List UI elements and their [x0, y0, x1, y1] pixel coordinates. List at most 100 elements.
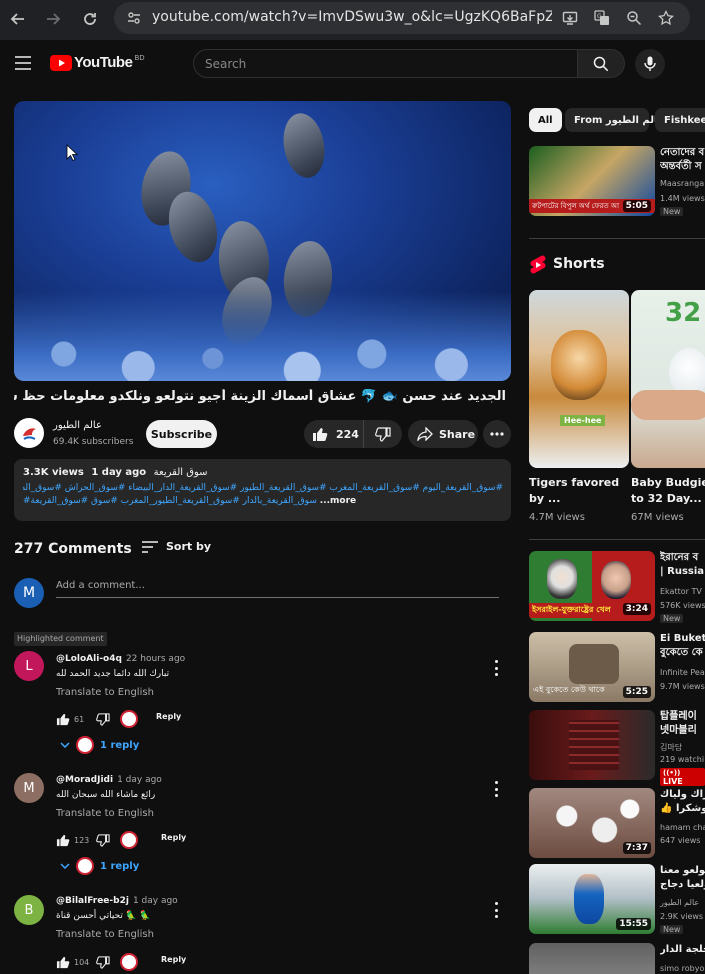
menu-icon[interactable]	[15, 56, 31, 73]
thumbs-down-icon[interactable]	[96, 712, 110, 726]
comment-author[interactable]: @LoloAli-o4q	[56, 654, 122, 664]
like-button[interactable]: 224	[304, 420, 364, 448]
thumbs-up-icon[interactable]	[56, 956, 70, 969]
video-thumbnail[interactable]: 7:37	[529, 788, 655, 858]
channel-name[interactable]: عالم الطيور	[53, 420, 102, 431]
video-thumbnail[interactable]: ইসরাইল-যুক্তরাষ্ট্রের খেল 3:24	[529, 551, 655, 621]
short-title[interactable]: Tigers favored by ...	[529, 475, 629, 507]
related-video[interactable]: ইসরাইল-যুক্তরাষ্ট্রের খেল 3:24 ইরানের ব |…	[529, 551, 705, 623]
chip-all[interactable]: All	[529, 108, 562, 132]
reload-icon[interactable]	[77, 6, 103, 32]
related-title: ইরানের ব | Russia |	[660, 551, 705, 579]
related-views: 2.9K views	[660, 912, 704, 921]
related-title-line: বুকেতে কে	[660, 647, 703, 658]
video-description[interactable]: 3.3K views 1 day ago سوق القريعة #سوق_ال…	[14, 459, 511, 521]
comment-avatar[interactable]: M	[14, 773, 44, 803]
search-input[interactable]	[194, 50, 578, 77]
youtube-logo[interactable]: YouTube BD	[50, 54, 145, 71]
add-comment-input[interactable]: Add a comment...	[56, 578, 499, 598]
site-settings-icon[interactable]	[124, 8, 144, 28]
translate-link[interactable]: Translate to English	[56, 808, 154, 819]
creator-heart-icon	[120, 710, 138, 728]
chip-fishkeeping[interactable]: Fishkeep	[655, 108, 705, 132]
video-duration: 15:55	[616, 918, 651, 930]
related-video[interactable]: এই বুকেতে কেউ থাকে 5:25 Ei Bukete বুকেতে …	[529, 632, 705, 704]
comment-menu-icon[interactable]	[489, 902, 503, 918]
voice-search-button[interactable]	[635, 49, 665, 79]
reply-avatar	[76, 857, 94, 875]
share-button[interactable]: Share	[408, 420, 478, 448]
thumbs-down-icon	[375, 426, 391, 442]
video-thumbnail[interactable]: রুটপাটের বিপুল অর্থ ফেরত আ 5:05	[529, 146, 655, 216]
user-avatar[interactable]: M	[14, 578, 44, 608]
zoom-icon[interactable]	[624, 8, 644, 28]
comment-author[interactable]: @BilalFree-b2j	[56, 896, 129, 906]
subscribe-button[interactable]: Subscribe	[146, 420, 217, 448]
video-thumbnail[interactable]	[529, 710, 655, 780]
comment-avatar[interactable]: B	[14, 895, 44, 925]
translate-icon[interactable]: G	[592, 8, 612, 28]
chip-from-channel[interactable]: From عالم الطيور	[565, 108, 665, 132]
short-title[interactable]: Baby Budgie 1 to 32 Day...	[631, 475, 705, 507]
hashtags-line[interactable]: #سوق_القريعة_اليوم #سوق_القريعة_المغرب #…	[23, 482, 503, 495]
show-more-link[interactable]: ...more	[320, 496, 356, 506]
subscriber-count: 69.4K subscribers	[53, 437, 134, 447]
related-video[interactable]: 탑플레이 넷마블리 김마담 219 watchi ((•)) LIVE	[529, 710, 705, 786]
video-thumbnail[interactable]	[529, 943, 655, 974]
hashtags[interactable]: #سوق_القريعة_اليوم #سوق_القريعة_المغرب #…	[23, 482, 503, 508]
address-bar[interactable]: youtube.com/watch?v=ImvDSwu3w_o&lc=UgzKQ…	[114, 2, 690, 34]
bookmark-star-icon[interactable]	[656, 8, 676, 28]
comment-time[interactable]: 22 hours ago	[126, 654, 185, 664]
slot-grid	[569, 720, 619, 770]
video-player[interactable]	[14, 101, 511, 381]
related-video[interactable]: ي لجلجة الدار simo robyo	[529, 943, 705, 974]
hashtags-line[interactable]: #سوق_القريعة_بالدار #سوق_القريعة_الطيور_…	[23, 496, 317, 506]
view-replies-button[interactable]: 1 reply	[60, 736, 139, 754]
install-app-icon[interactable]	[560, 8, 580, 28]
sort-by-button[interactable]: Sort by	[142, 540, 211, 553]
related-video[interactable]: 15:55 تولعو معنا المولعيا دجاج عالم الطيو…	[529, 864, 705, 936]
creator-heart-icon	[120, 831, 138, 849]
dislike-button[interactable]	[364, 420, 402, 448]
more-actions-button[interactable]	[483, 420, 511, 448]
url-text[interactable]: youtube.com/watch?v=ImvDSwu3w_o&lc=UgzKQ…	[152, 9, 552, 25]
comment-time[interactable]: 1 day ago	[117, 775, 162, 785]
related-title: 탑플레이 넷마블리	[660, 710, 705, 738]
back-icon[interactable]	[5, 6, 31, 32]
live-label: LIVE	[663, 777, 683, 786]
comment-avatar[interactable]: L	[14, 651, 44, 681]
reply-button[interactable]: Reply	[156, 712, 181, 721]
search-box	[193, 49, 579, 78]
microphone-icon	[644, 56, 656, 71]
thumbs-up-icon[interactable]	[56, 713, 70, 726]
reply-button[interactable]: Reply	[161, 955, 186, 964]
comment-time[interactable]: 1 day ago	[133, 896, 178, 906]
thumbs-down-icon[interactable]	[96, 833, 110, 847]
reply-button[interactable]: Reply	[161, 833, 186, 842]
related-title: ي لجلجة الدار	[660, 943, 705, 957]
budgie-shape	[669, 348, 705, 396]
related-title-line: ي لجلجة الدار	[660, 944, 705, 955]
comment-menu-icon[interactable]	[489, 781, 503, 797]
related-channel: Infinite Pea	[660, 668, 705, 677]
comment-text: تحياتي أحسن قناة 🦜 🦜	[56, 911, 152, 921]
translate-link[interactable]: Translate to English	[56, 687, 154, 698]
related-video[interactable]: 7:37 اشتراك ولياك 👍 وشكرا hamam cha 647 v…	[529, 788, 705, 860]
related-video[interactable]: রুটপাটের বিপুল অর্থ ফেরত আ 5:05 নেতাদের …	[529, 146, 705, 218]
forward-icon[interactable]	[40, 6, 66, 32]
video-thumbnail[interactable]: 15:55	[529, 864, 655, 934]
view-replies-button[interactable]: 1 reply	[60, 857, 139, 875]
comment-author[interactable]: @MoradJidi	[56, 775, 113, 785]
translate-link[interactable]: Translate to English	[56, 929, 154, 940]
short-thumbnail[interactable]: 32	[631, 290, 705, 468]
search-button[interactable]	[577, 49, 625, 78]
thumbs-down-icon[interactable]	[96, 955, 110, 969]
comment-menu-icon[interactable]	[489, 660, 503, 676]
svg-text:G: G	[597, 13, 602, 20]
logo-text: YouTube	[74, 54, 133, 71]
channel-avatar[interactable]	[14, 418, 44, 448]
thumbs-up-icon[interactable]	[56, 834, 70, 847]
video-thumbnail[interactable]: এই বুকেতে কেউ থাকে 5:25	[529, 632, 655, 702]
related-title-line: 👍 وشكرا	[660, 803, 705, 814]
short-thumbnail[interactable]: Hee-hee	[529, 290, 629, 468]
